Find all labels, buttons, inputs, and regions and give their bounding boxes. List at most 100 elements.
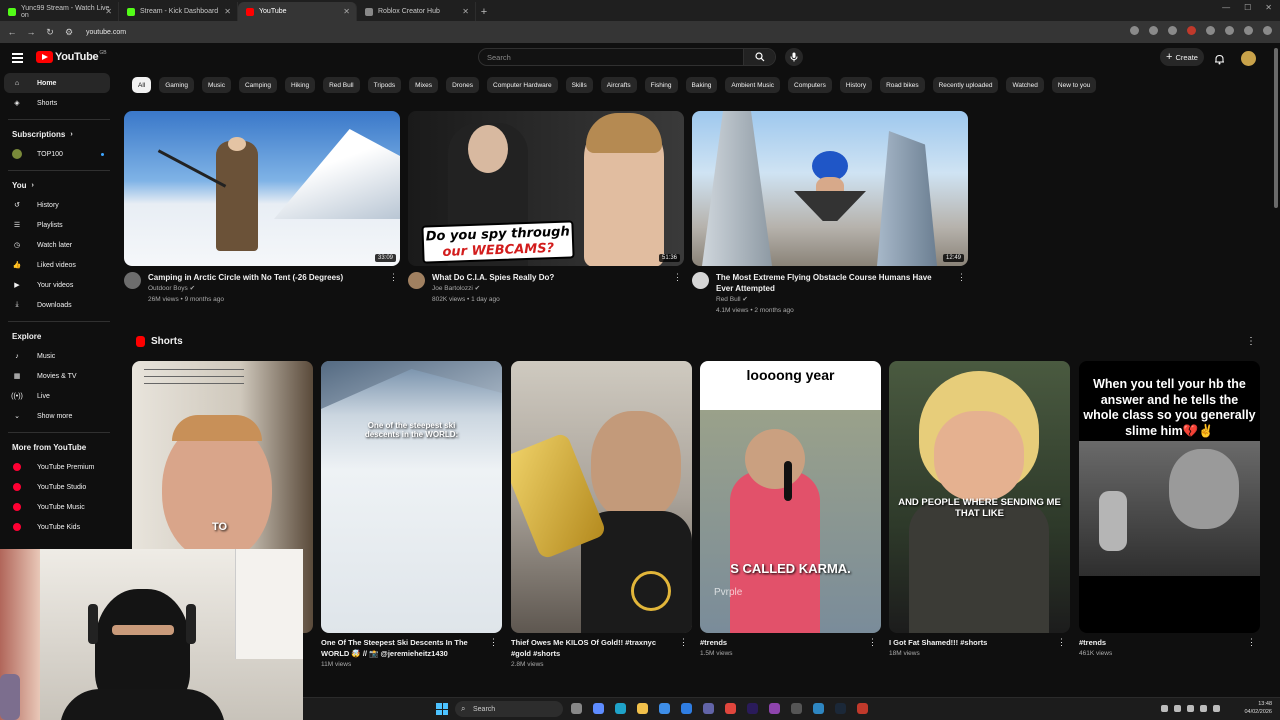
chip[interactable]: Baking [685,77,718,93]
chip[interactable]: Fishing [644,77,678,93]
sidebar-item-top100[interactable]: TOP100 [0,144,118,164]
channel-avatar[interactable] [408,272,425,289]
chip[interactable]: Aircrafts [600,77,637,93]
short-title[interactable]: Thief Owes Me KILOS Of Gold!! #traxnyc #… [511,637,692,659]
browser-menu-icon[interactable] [1263,26,1272,35]
sidebar-item-kids[interactable]: YouTube Kids [0,517,118,537]
profile-icon[interactable] [1244,26,1253,35]
pen-icon[interactable] [791,703,802,714]
short-card[interactable]: When you tell your hb the answer and he … [1079,361,1260,659]
chip[interactable]: History [839,77,873,93]
network-icon[interactable] [1200,705,1207,712]
short-thumbnail[interactable]: AND PEOPLE WHERE SENDING ME THAT LIKE [889,361,1070,633]
browser-tab[interactable]: Yunc99 Stream - Watch Live on ✕ [0,2,119,21]
url-field[interactable]: youtube.com [86,29,126,36]
chip[interactable]: Red Bull [323,77,360,93]
teams-icon[interactable] [703,703,714,714]
close-window-icon[interactable]: ✕ [1265,3,1272,12]
short-thumbnail[interactable]: When you tell your hb the answer and he … [1079,361,1260,633]
search-input[interactable]: Search [487,53,743,62]
sidebar-item-movies[interactable]: ▦ Movies & TV [0,366,118,386]
chip[interactable]: Mixes [409,77,439,93]
short-card[interactable]: One of the steepest ski descents in the … [321,361,502,670]
more-options-icon[interactable]: ⋮ [1246,336,1256,347]
mail-icon[interactable] [681,703,692,714]
reload-icon[interactable]: ↻ [43,27,57,38]
chip[interactable]: Road bikes [880,77,925,93]
sidebar-item-show-more[interactable]: ⌄ Show more [0,406,118,426]
short-card[interactable]: loooong year S CALLED KARMA. Pvrple #tre… [700,361,881,659]
channel-name[interactable]: Outdoor Boys ✔ [148,283,378,294]
notifications-button[interactable] [1214,52,1225,70]
chrome-icon[interactable] [725,703,736,714]
cast-icon[interactable] [1130,26,1139,35]
short-title[interactable]: I Got Fat Shamed!!! #shorts ⋮ [889,637,1070,648]
site-info-icon[interactable]: ⚙ [62,27,76,38]
short-thumbnail[interactable]: One of the steepest ski descents in the … [321,361,502,633]
page-scrollbar[interactable] [1274,48,1278,208]
you-header[interactable]: You › [0,175,118,195]
extension-icon[interactable] [1206,26,1215,35]
more-options-icon[interactable]: ⋮ [489,637,498,648]
video-title[interactable]: What Do C.I.A. Spies Really Do? [432,272,662,283]
voice-search-button[interactable] [785,48,803,66]
steam-icon[interactable] [835,703,846,714]
more-options-icon[interactable]: ⋮ [673,272,682,283]
chip[interactable]: Hiking [285,77,316,93]
windows-start-icon[interactable] [436,703,448,715]
bookmark-star-icon[interactable] [1149,26,1158,35]
more-options-icon[interactable]: ⋮ [957,272,966,283]
hamburger-menu-icon[interactable] [12,53,23,65]
video-title[interactable]: The Most Extreme Flying Obstacle Course … [716,272,946,294]
chip[interactable]: Skills [565,77,593,93]
short-thumbnail[interactable] [511,361,692,633]
copilot-icon[interactable] [593,703,604,714]
sidebar-item-premium[interactable]: YouTube Premium [0,457,118,477]
video-card[interactable]: 12:49 The Most Extreme Flying Obstacle C… [692,111,968,316]
sidebar-item-your-videos[interactable]: ▶ Your videos [0,275,118,295]
video-thumbnail[interactable]: 12:49 [692,111,968,266]
search-box[interactable]: Search [478,48,776,66]
short-title[interactable]: #trends ⋮ [700,637,881,648]
channel-name[interactable]: Red Bull ✔ [716,294,946,305]
sidebar-item-liked-videos[interactable]: 👍 Liked videos [0,255,118,275]
new-tab-button[interactable]: + [476,2,492,21]
sidebar-item-studio[interactable]: YouTube Studio [0,477,118,497]
sidebar-item-shorts[interactable]: ◈ Shorts [0,93,118,113]
chip[interactable]: Music [202,77,231,93]
chip[interactable]: Ambient Music [725,77,781,93]
chip[interactable]: Watched [1006,77,1044,93]
taskbar-search[interactable]: ⌕ Search [455,701,563,717]
channel-avatar[interactable] [692,272,709,289]
back-icon[interactable]: ← [5,27,19,37]
close-tab-icon[interactable]: ✕ [105,7,112,16]
minimize-icon[interactable]: — [1222,3,1230,12]
video-card[interactable]: Do you spy through our WEBCAMS? 51:36 Wh… [408,111,684,305]
close-tab-icon[interactable]: ✕ [224,7,231,16]
channel-name[interactable]: Joe Bartolozzi ✔ [432,283,662,294]
more-options-icon[interactable]: ⋮ [868,637,877,648]
browser-tab-active[interactable]: YouTube ✕ [238,2,357,21]
store-icon[interactable] [659,703,670,714]
create-button[interactable]: + Create [1160,48,1204,66]
sidebar-item-live[interactable]: ((•)) Live [0,386,118,406]
more-options-icon[interactable]: ⋮ [679,637,688,648]
task-view-icon[interactable] [571,703,582,714]
short-card[interactable]: AND PEOPLE WHERE SENDING ME THAT LIKE I … [889,361,1070,659]
app-icon[interactable] [813,703,824,714]
chip[interactable]: Computer Hardware [487,77,558,93]
tray-app-icon[interactable] [1174,705,1181,712]
browser-tab[interactable]: Roblox Creator Hub ✕ [357,2,476,21]
sidebar-item-home[interactable]: ⌂ Home [4,73,110,93]
chip[interactable]: Computers [788,77,832,93]
taskbar-clock[interactable]: 13:48 04/02/2026 [1244,700,1272,716]
chip[interactable]: All [132,77,152,93]
video-title[interactable]: Camping in Arctic Circle with No Tent (-… [148,272,378,283]
app-icon[interactable] [857,703,868,714]
forward-icon[interactable]: → [24,27,38,37]
close-tab-icon[interactable]: ✕ [462,7,469,16]
short-title[interactable]: #trends ⋮ [1079,637,1260,648]
chip[interactable]: Gaming [159,77,194,93]
extension-icon[interactable] [1187,26,1196,35]
sidebar-item-history[interactable]: ↺ History [0,195,118,215]
